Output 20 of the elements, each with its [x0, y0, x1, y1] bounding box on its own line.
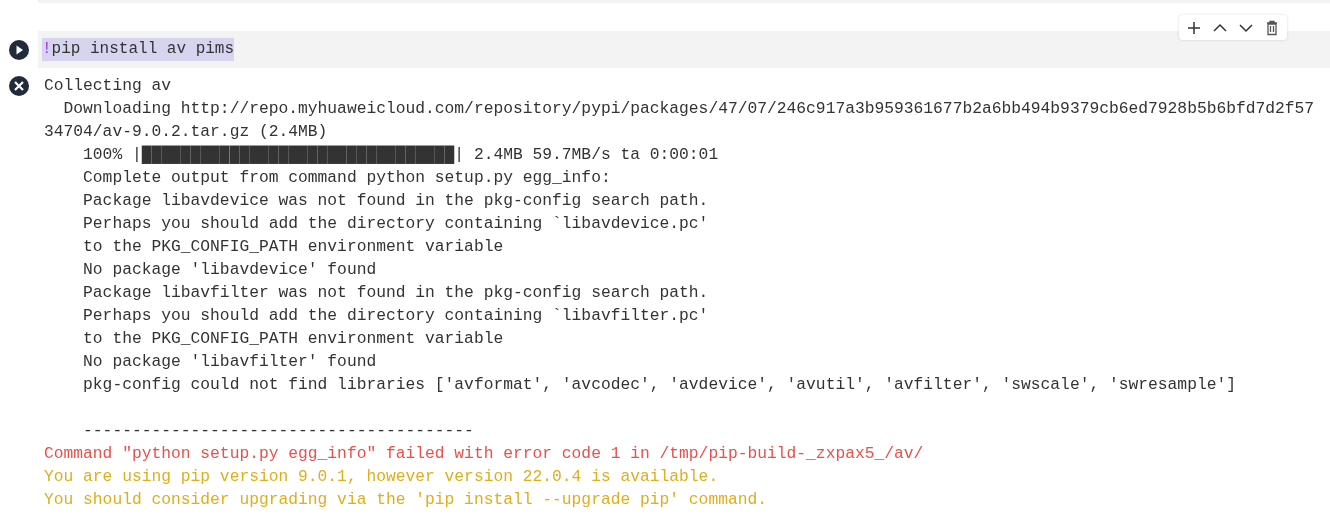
run-icon[interactable]: [9, 39, 29, 60]
output-line: Downloading http://repo.myhuaweicloud.com/repository/pypi/packages/47/07/246c917a3b959361677b2a6bb494b9379cb6ed7928b5b6bfd7d2f57: [62, 98, 1315, 120]
output-line: Collecting av: [44, 75, 172, 97]
output-line: No package 'libavdevice' found: [82, 259, 378, 281]
output-line: Command "python setup.py egg_info" failed with error code 1 in /tmp/pip-build-_zxpax5_/av/: [44, 443, 925, 465]
output-line: to the PKG_CONFIG_PATH environment variable: [82, 328, 505, 350]
output-line: No package 'libavfilter' found: [82, 351, 378, 373]
output-line: Package libavfilter was not found in the pkg-config search path.: [82, 282, 710, 304]
code-cell[interactable]: !pip install av pims: [38, 31, 1330, 68]
output-line: Perhaps you should add the directory containing `libavfilter.pc': [82, 305, 710, 327]
output-line: ----------------------------------------: [82, 420, 475, 442]
output-line: Package libavdevice was not found in the pkg-config search path.: [82, 190, 710, 212]
output-line: Complete output from command python setup.py egg_info:: [82, 167, 612, 189]
output-line: pkg-config could not find libraries ['avformat', 'avcodec', 'avdevice', 'avutil', 'avfilter', 'swscale', 'swresample']: [82, 374, 1237, 396]
output-line: Perhaps you should add the directory containing `libavdevice.pc': [82, 213, 710, 235]
output-line: You are using pip version 9.0.1, however version 22.0.4 is available.: [44, 466, 720, 488]
output-line: to the PKG_CONFIG_PATH environment variable: [82, 236, 505, 258]
output-line: 100% |████████████████████████████████| 2.4MB 59.7MB/s ta 0:00:01: [82, 144, 720, 166]
output-line: 34704/av-9.0.2.tar.gz (2.4MB): [44, 121, 329, 143]
output-line: You should consider upgrading via the 'pip install --upgrade pip' command.: [44, 489, 768, 511]
